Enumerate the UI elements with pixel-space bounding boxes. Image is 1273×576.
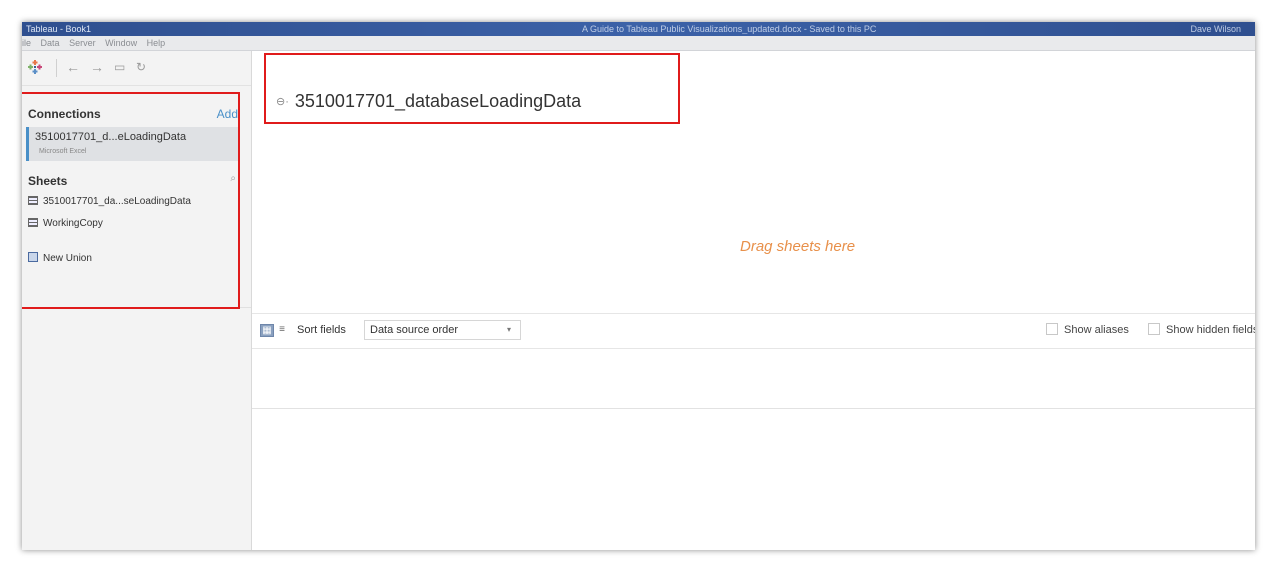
- sort-fields-label: Sort fields: [297, 324, 346, 336]
- tableau-logo-icon[interactable]: [28, 60, 42, 74]
- sidebar-toolbar: ← → ▭ ↻: [22, 51, 251, 86]
- show-aliases-checkbox[interactable]: Show aliases: [1046, 323, 1129, 336]
- grid-toolbar: ▦ ≡ Sort fields Data source order ▾ Show…: [252, 313, 1255, 349]
- user-name: Dave Wilson: [1190, 24, 1241, 34]
- title-bar: Tableau - Book1 A Guide to Tableau Publi…: [22, 22, 1255, 36]
- menu-help[interactable]: Help: [147, 38, 166, 48]
- show-aliases-label: Show aliases: [1064, 324, 1129, 336]
- app-window: Tableau - Book1 A Guide to Tableau Publi…: [22, 22, 1255, 550]
- show-hidden-fields-checkbox[interactable]: Show hidden fields: [1148, 323, 1255, 336]
- sort-fields-select[interactable]: Data source order ▾: [364, 320, 521, 340]
- annotation-box-title: [264, 53, 680, 124]
- menu-file[interactable]: ile: [22, 38, 31, 48]
- refresh-icon[interactable]: ↻: [136, 59, 146, 75]
- checkbox-icon: [1148, 323, 1160, 336]
- window-title: Tableau - Book1: [26, 24, 92, 34]
- document-title: A Guide to Tableau Public Visualizations…: [582, 24, 877, 34]
- save-icon[interactable]: ▭: [114, 59, 125, 75]
- grid-view-icon[interactable]: ▦: [260, 324, 274, 337]
- checkbox-icon: [1046, 323, 1058, 336]
- data-grid[interactable]: [252, 348, 1255, 409]
- drag-sheets-hint: Drag sheets here: [740, 238, 856, 255]
- chevron-down-icon: ▾: [507, 325, 512, 334]
- menu-server[interactable]: Server: [69, 38, 96, 48]
- toolbar-separator: [56, 59, 57, 77]
- sort-fields-value: Data source order: [370, 324, 459, 336]
- menu-window[interactable]: Window: [105, 38, 137, 48]
- show-hidden-fields-label: Show hidden fields: [1166, 324, 1255, 336]
- list-view-icon[interactable]: ≡: [276, 324, 288, 335]
- canvas-area: ⊖· 3510017701_databaseLoadingData Drag sh…: [252, 51, 1255, 550]
- forward-icon[interactable]: →: [90, 59, 104, 75]
- back-icon[interactable]: ←: [66, 59, 80, 75]
- menu-bar: ile Data Server Window Help: [22, 36, 1255, 51]
- annotation-box-sidebar: [22, 92, 240, 309]
- menu-data[interactable]: Data: [41, 38, 60, 48]
